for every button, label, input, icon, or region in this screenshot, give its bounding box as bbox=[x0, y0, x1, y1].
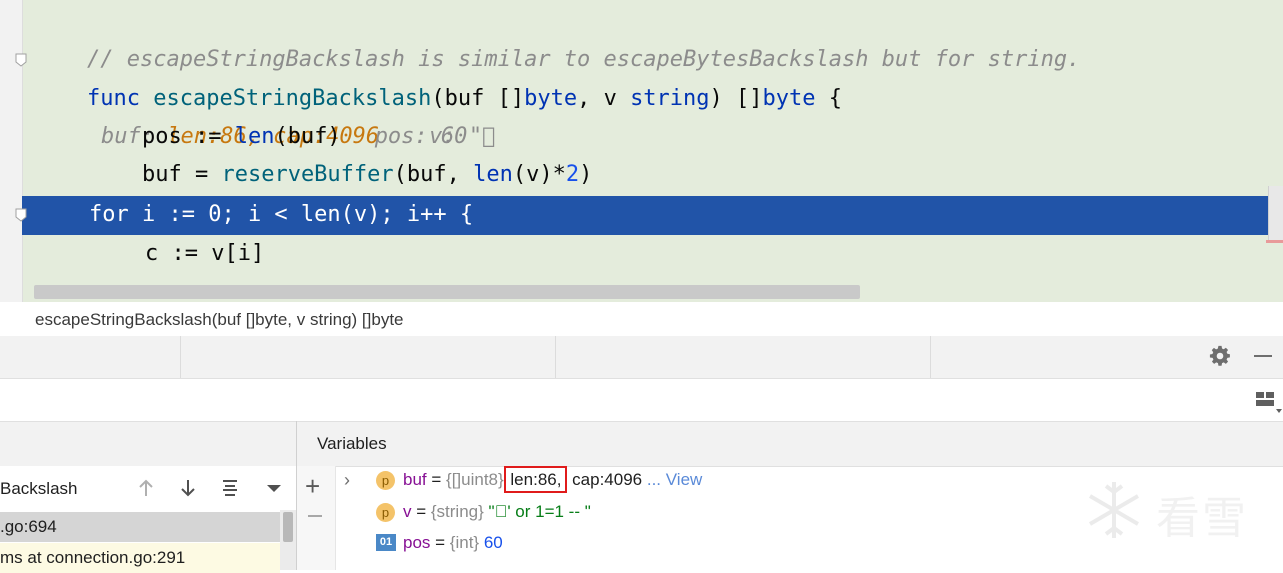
filter-icon[interactable] bbox=[220, 478, 240, 498]
frame-item[interactable]: .go:694 bbox=[0, 512, 280, 542]
remove-watch-button[interactable] bbox=[308, 515, 322, 517]
snowflake-logo-icon bbox=[1088, 482, 1140, 538]
code-line-pos[interactable]: pos := len(buf) pos: 60 bbox=[89, 80, 467, 149]
code-line-c[interactable]: c := v[i] bbox=[145, 235, 264, 273]
parameter-icon: p bbox=[376, 471, 395, 490]
variable-name: v bbox=[403, 502, 412, 521]
frames-list[interactable]: .go:694 ms at connection.go:291 bbox=[0, 510, 296, 573]
params-text-3: ) [] bbox=[709, 86, 763, 111]
expand-chevron-icon[interactable]: › bbox=[344, 465, 350, 495]
watermark-text: 看雪 bbox=[1156, 493, 1248, 544]
equals-sign: = bbox=[426, 470, 447, 489]
params-text-2: , v bbox=[577, 86, 631, 111]
len-builtin-2: len bbox=[473, 162, 513, 187]
variable-type: {[]uint8} bbox=[446, 470, 509, 489]
frame-item[interactable]: ms at connection.go:291 bbox=[0, 543, 280, 573]
reserve-buffer-call: reserveBuffer bbox=[221, 162, 394, 187]
breadcrumb[interactable]: escapeStringBackslash(buf []byte, v stri… bbox=[35, 310, 404, 330]
watermark: 看雪 bbox=[1082, 478, 1272, 544]
debug-toolbar-row bbox=[0, 379, 1283, 421]
reserve-args-2: (v)* bbox=[512, 162, 566, 187]
highlighted-len-value: len:86, bbox=[504, 466, 568, 493]
variable-value: " ' or 1=1 -- " bbox=[488, 502, 591, 521]
byte-type: byte bbox=[524, 86, 578, 111]
gear-icon[interactable] bbox=[1209, 345, 1231, 367]
code-line-func-signature[interactable]: func escapeStringBackslash(buf []byte, v… bbox=[34, 42, 842, 149]
buf-assign: buf = bbox=[141, 162, 222, 187]
code-line-for: for i := 0; i < len(v); i++ { bbox=[89, 202, 474, 227]
error-stripe-marker[interactable] bbox=[1266, 240, 1283, 243]
execution-point-line[interactable]: for i := 0; i < len(v); i++ { bbox=[22, 196, 1283, 235]
frames-toolbar: Backslash bbox=[0, 466, 296, 510]
arrow-down-icon[interactable] bbox=[178, 478, 198, 498]
variable-cap: cap:4096 bbox=[567, 470, 643, 489]
add-watch-button[interactable]: + bbox=[305, 473, 320, 499]
parameter-icon: p bbox=[376, 503, 395, 522]
variable-value: 60 bbox=[483, 533, 503, 552]
thread-selector[interactable]: Backslash bbox=[0, 479, 77, 499]
variable-type: {string} bbox=[430, 502, 489, 521]
reserve-args-3: ) bbox=[579, 162, 593, 187]
variable-type: {int} bbox=[449, 533, 484, 552]
tab-divider bbox=[180, 336, 181, 378]
string-type: string bbox=[630, 86, 710, 111]
chevron-down-icon[interactable] bbox=[264, 478, 284, 498]
tab-divider bbox=[555, 336, 556, 378]
variable-name: pos bbox=[403, 533, 431, 552]
code-editor[interactable]: // escapeStringBackslash is similar to e… bbox=[0, 0, 1283, 302]
editor-gutter[interactable] bbox=[0, 0, 23, 302]
arrow-up-icon[interactable] bbox=[136, 478, 156, 498]
vertical-scrollbar[interactable] bbox=[1268, 186, 1283, 242]
frames-scrollbar-thumb[interactable] bbox=[283, 512, 293, 542]
variables-header: Variables bbox=[297, 421, 1283, 467]
code-line-reserve[interactable]: buf = reserveBuffer(buf, len(v)*2) bbox=[89, 118, 592, 187]
horizontal-scrollbar[interactable] bbox=[34, 285, 860, 299]
int-value-icon: 01 bbox=[376, 534, 396, 551]
breadcrumb-bar: escapeStringBackslash(buf []byte, v stri… bbox=[0, 302, 1283, 337]
fold-icon[interactable] bbox=[14, 53, 28, 67]
variable-name: buf bbox=[403, 470, 427, 489]
debug-tool-header bbox=[0, 336, 1283, 379]
equals-sign: = bbox=[430, 533, 450, 552]
tab-divider bbox=[930, 336, 931, 378]
equals-sign: = bbox=[411, 502, 431, 521]
minimize-icon[interactable] bbox=[1254, 355, 1272, 357]
frames-header bbox=[0, 421, 297, 467]
params-text-4: { bbox=[815, 86, 843, 111]
view-link[interactable]: ... View bbox=[642, 470, 702, 489]
fold-icon[interactable] bbox=[14, 208, 28, 222]
reserve-args-1: (buf, bbox=[393, 162, 474, 187]
layout-icon[interactable] bbox=[1254, 388, 1282, 414]
code-line-comment[interactable]: // escapeStringBackslash is similar to e… bbox=[34, 3, 1080, 72]
variables-title: Variables bbox=[317, 434, 387, 453]
byte-return-type: byte bbox=[762, 86, 816, 111]
number-literal: 2 bbox=[565, 162, 580, 187]
